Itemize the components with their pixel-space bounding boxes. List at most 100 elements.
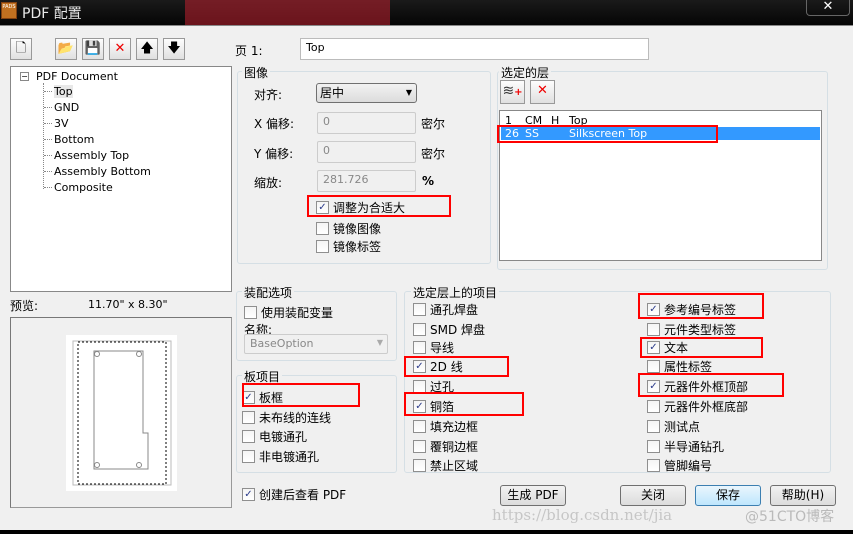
checkbox-box[interactable] — [413, 323, 426, 336]
move-up-button[interactable]: 🡅 — [136, 38, 158, 60]
image-group-title: 图像 — [242, 64, 271, 81]
tree-connector — [44, 171, 52, 172]
tree-item[interactable]: Top — [54, 85, 73, 98]
checkbox-box[interactable] — [413, 459, 426, 472]
scale-label: 缩放: — [254, 176, 283, 190]
image-option-checkbox[interactable]: 镜像图像 — [316, 220, 381, 237]
layer-item-checkbox[interactable]: 元器件外框底部 — [647, 398, 748, 415]
tree-connector — [44, 123, 52, 124]
checkbox-box[interactable] — [242, 430, 255, 443]
board-item-checkbox[interactable]: 非电镀通孔 — [242, 448, 319, 465]
checkbox-box[interactable] — [242, 410, 255, 424]
checkbox-box[interactable] — [242, 449, 255, 463]
help-button[interactable]: 帮助(H) — [770, 485, 836, 506]
y-offset-label: Y 偏移: — [254, 147, 294, 161]
delete-icon: ✕ — [537, 83, 548, 98]
view-after-create-checkbox[interactable]: ✓ 创建后查看 PDF — [242, 486, 346, 503]
layer-items-title: 选定层上的项目 — [411, 284, 500, 301]
highlight-box — [307, 195, 451, 217]
paper-size: 11.70" x 8.30" — [88, 298, 168, 311]
add-layer-button[interactable]: ≋+ — [500, 80, 525, 104]
preview-label: 预览: — [10, 299, 39, 313]
checkbox-label: 电镀通孔 — [259, 430, 308, 444]
arrow-up-icon: 🡅 — [140, 41, 154, 56]
tree-root[interactable]: PDF Document — [36, 70, 118, 83]
checkbox-box[interactable] — [413, 341, 426, 354]
checkbox-label: 管脚编号 — [664, 459, 713, 473]
tree-connector — [44, 139, 52, 140]
layer-item-checkbox[interactable]: 通孔焊盘 — [413, 301, 478, 318]
scale-input[interactable]: 281.726 — [317, 170, 416, 192]
board-item-checkbox[interactable]: 电镀通孔 — [242, 428, 307, 445]
checkbox-box[interactable] — [647, 360, 660, 373]
variant-name-select[interactable]: BaseOption ▼ — [244, 334, 388, 354]
highlight-box — [242, 383, 360, 407]
checkbox-box[interactable] — [647, 420, 660, 433]
x-offset-input[interactable]: 0 — [317, 112, 416, 134]
watermark-brand: @51CTO博客 — [745, 509, 835, 525]
checkbox-box[interactable] — [647, 323, 660, 336]
checkbox-label: 创建后查看 PDF — [259, 488, 347, 502]
layer-item-checkbox[interactable]: 测试点 — [647, 418, 700, 435]
x-unit: 密尔 — [421, 117, 446, 131]
generate-pdf-button[interactable]: 生成 PDF — [500, 485, 566, 506]
highlight-box — [404, 392, 524, 416]
checkbox-box[interactable] — [413, 303, 426, 316]
tree-connector — [44, 187, 52, 188]
checkbox-box[interactable] — [316, 240, 329, 253]
tree-connector — [44, 91, 52, 92]
new-page-button[interactable]: 🗋 — [10, 38, 32, 60]
align-select[interactable]: 居中 ▼ — [316, 83, 417, 103]
checkbox-label: 镜像标签 — [333, 240, 382, 254]
checkbox-label: 测试点 — [664, 420, 701, 434]
highlight-box — [497, 125, 718, 143]
tree-item[interactable]: 3V — [54, 117, 69, 130]
page-name-input[interactable]: Top — [300, 38, 649, 60]
use-variant-checkbox[interactable]: 使用装配变量 — [244, 304, 333, 321]
x-offset-label: X 偏移: — [254, 117, 295, 131]
preview-pane — [10, 317, 232, 508]
assembly-title: 装配选项 — [242, 284, 295, 301]
save-button[interactable]: 保存 — [695, 485, 761, 506]
checkbox-label: 禁止区域 — [430, 459, 479, 473]
delete-page-button[interactable]: ✕ — [109, 38, 131, 60]
checkbox-box[interactable] — [413, 440, 426, 453]
layer-item-checkbox[interactable]: 导线 — [413, 339, 454, 356]
checkbox-box[interactable]: ✓ — [242, 488, 255, 501]
checkbox-box[interactable] — [244, 306, 257, 319]
checkbox-box[interactable] — [647, 400, 660, 413]
checkbox-label: 使用装配变量 — [261, 306, 334, 320]
layer-item-checkbox[interactable]: 半导通钻孔 — [647, 438, 724, 455]
layer-item-checkbox[interactable]: 覆铜边框 — [413, 438, 478, 455]
move-down-button[interactable]: 🡇 — [163, 38, 185, 60]
checkbox-box[interactable] — [413, 420, 426, 433]
checkbox-box[interactable] — [647, 440, 660, 453]
highlight-box — [638, 293, 764, 319]
board-item-checkbox[interactable]: 未布线的连线 — [242, 409, 331, 426]
checkbox-box[interactable] — [316, 222, 329, 235]
save-toolbar-button[interactable]: 💾 — [82, 38, 104, 60]
open-button[interactable]: 📂 — [55, 38, 77, 60]
tree-connector — [44, 107, 52, 108]
tree-item[interactable]: Composite — [54, 181, 113, 194]
checkbox-label: 导线 — [430, 341, 455, 355]
tree-item[interactable]: GND — [54, 101, 79, 114]
layer-item-checkbox[interactable]: 元件类型标签 — [647, 321, 736, 338]
tree-item[interactable]: Assembly Top — [54, 149, 129, 162]
layer-item-checkbox[interactable]: 管脚编号 — [647, 457, 712, 474]
tree-item[interactable]: Bottom — [54, 133, 94, 146]
layer-item-checkbox[interactable]: 禁止区域 — [413, 457, 478, 474]
tree-connector — [44, 155, 52, 156]
checkbox-box[interactable] — [647, 459, 660, 472]
close-button[interactable]: 关闭 — [620, 485, 686, 506]
layer-item-checkbox[interactable]: 填充边框 — [413, 418, 478, 435]
y-unit: 密尔 — [421, 147, 446, 161]
tree-item[interactable]: Assembly Bottom — [54, 165, 151, 178]
scale-unit: % — [422, 174, 435, 188]
layer-item-checkbox[interactable]: SMD 焊盘 — [413, 321, 485, 338]
y-offset-input[interactable]: 0 — [317, 141, 416, 163]
collapse-icon[interactable]: − — [20, 72, 29, 81]
image-option-checkbox[interactable]: 镜像标签 — [316, 238, 381, 255]
remove-layer-button[interactable]: ✕ — [530, 80, 555, 104]
page-tree[interactable]: − PDF Document Top GND 3V Bottom Assembl… — [10, 66, 232, 292]
